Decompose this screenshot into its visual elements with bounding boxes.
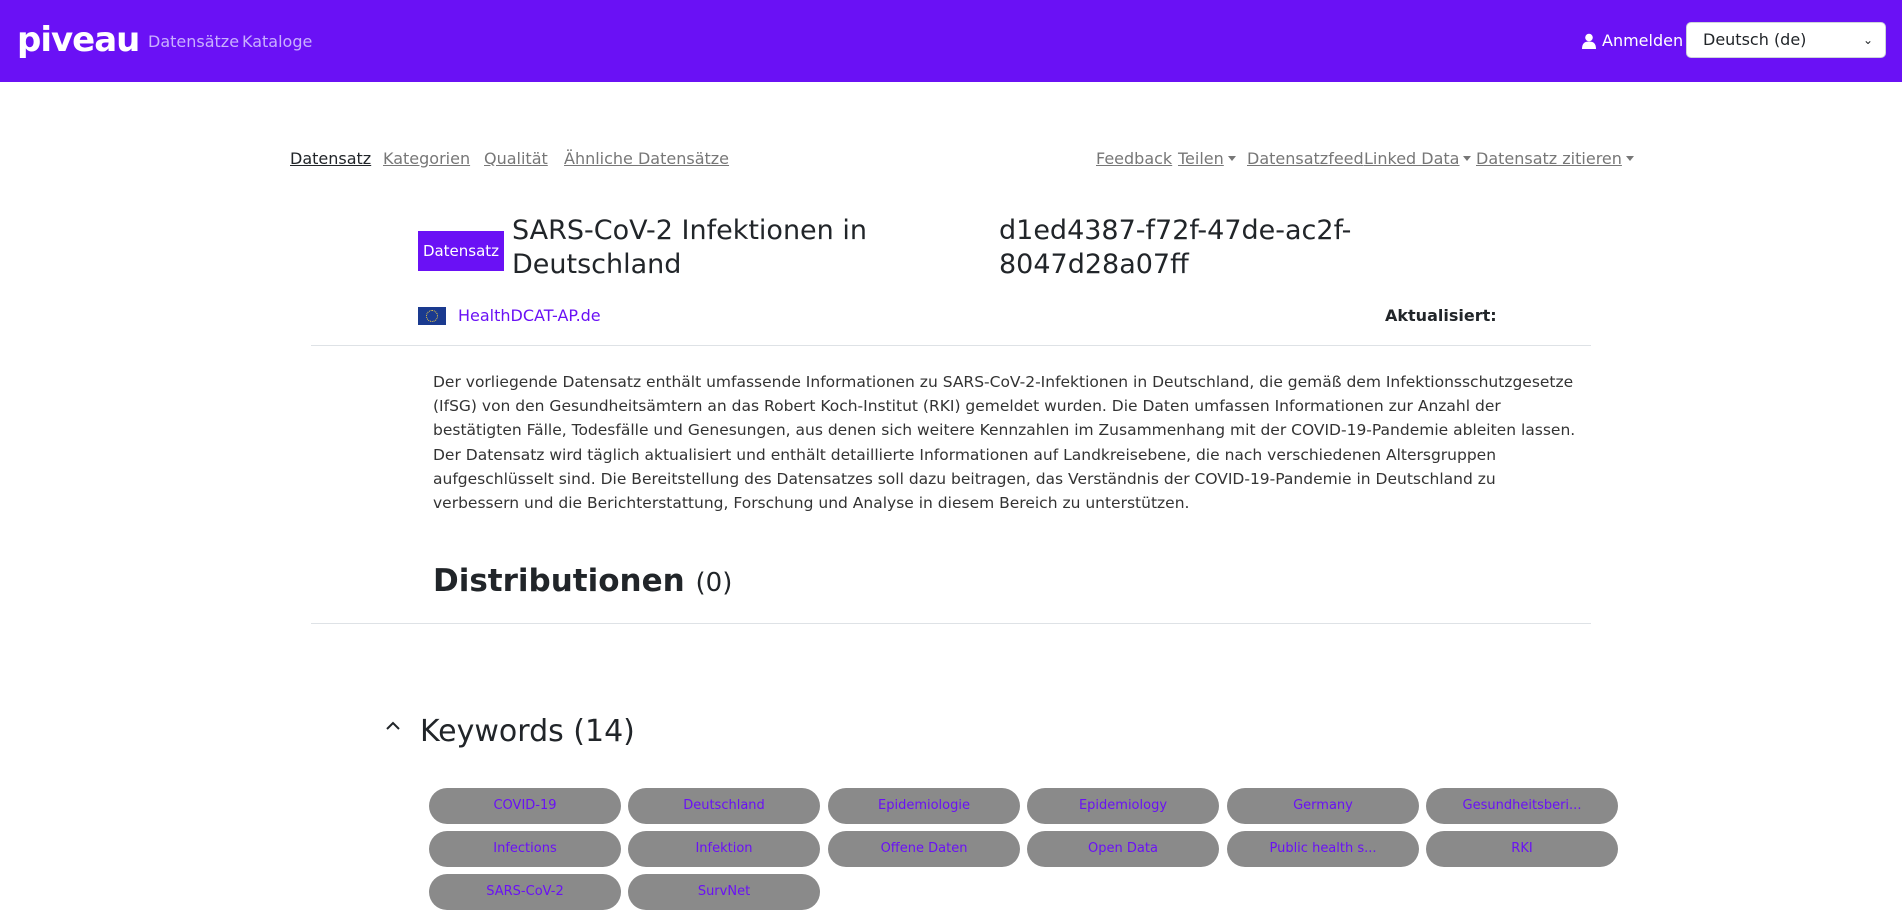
cite-dataset-dropdown[interactable]: Datensatz zitieren	[1476, 149, 1634, 169]
login-button[interactable]: Anmelden	[1582, 31, 1683, 51]
keyword-chip[interactable]: RKI	[1426, 831, 1618, 867]
login-label: Anmelden	[1602, 31, 1684, 50]
tab-dataset[interactable]: Datensatz	[290, 149, 371, 169]
dataset-id: d1ed4387-f72f-47de-ac2f-8047d28a07ff	[999, 215, 1352, 280]
distributions-label: Distributionen	[433, 563, 685, 599]
divider	[311, 345, 1591, 346]
keyword-chip[interactable]: Open Data	[1027, 831, 1219, 867]
language-select[interactable]: Deutsch (de) ⌄	[1686, 22, 1886, 58]
keyword-chip[interactable]: Epidemiology	[1027, 788, 1219, 824]
keyword-chip[interactable]: Public health s...	[1227, 831, 1419, 867]
tab-similar-datasets[interactable]: Ähnliche Datensätze	[564, 149, 729, 169]
eu-flag-icon	[418, 307, 446, 325]
keyword-chip[interactable]: SARS-CoV-2	[429, 874, 621, 910]
dataset-feed-link[interactable]: Datensatzfeed	[1247, 149, 1364, 169]
nav-catalogs-link[interactable]: Kataloge	[242, 32, 312, 52]
updated-label: Aktualisiert:	[1385, 306, 1497, 325]
keyword-chip[interactable]: Gesundheitsberi...	[1426, 788, 1618, 824]
keyword-chip[interactable]: Infektion	[628, 831, 820, 867]
keyword-chip[interactable]: Germany	[1227, 788, 1419, 824]
distributions-count: (0)	[695, 568, 733, 598]
tab-quality[interactable]: Qualität	[484, 149, 548, 169]
nav-datasets-link[interactable]: Datensätze	[148, 32, 239, 52]
language-selected-value: Deutsch (de)	[1703, 30, 1807, 49]
keywords-heading: Keywords (14)	[420, 714, 635, 749]
dataset-description: Der vorliegende Datensatz enthält umfass…	[433, 373, 1576, 513]
user-icon	[1582, 33, 1596, 49]
tab-categories[interactable]: Kategorien	[383, 149, 470, 169]
chevron-down-icon: ⌄	[1862, 33, 1873, 47]
dataset-type-badge: Datensatz	[418, 231, 504, 271]
distributions-heading: Distributionen (0)	[433, 561, 732, 603]
chevron-up-icon[interactable]	[383, 716, 403, 736]
linked-data-dropdown[interactable]: Linked Data	[1364, 149, 1471, 169]
piveau-logo[interactable]: piveau	[17, 18, 140, 62]
dataset-title: SARS-CoV-2 Infektionen in Deutschland	[512, 215, 867, 280]
top-navbar: piveau Datensätze Kataloge Anmelden Deut…	[0, 0, 1902, 82]
keyword-chip[interactable]: Deutschland	[628, 788, 820, 824]
keyword-chip[interactable]: Infections	[429, 831, 621, 867]
catalog-link[interactable]: HealthDCAT-AP.de	[458, 306, 601, 326]
keyword-chip[interactable]: Epidemiologie	[828, 788, 1020, 824]
keyword-chip[interactable]: Offene Daten	[828, 831, 1020, 867]
keyword-chip[interactable]: COVID-19	[429, 788, 621, 824]
feedback-link[interactable]: Feedback	[1096, 149, 1172, 169]
divider	[311, 623, 1591, 624]
keyword-chip[interactable]: SurvNet	[628, 874, 820, 910]
share-dropdown[interactable]: Teilen	[1178, 149, 1236, 169]
